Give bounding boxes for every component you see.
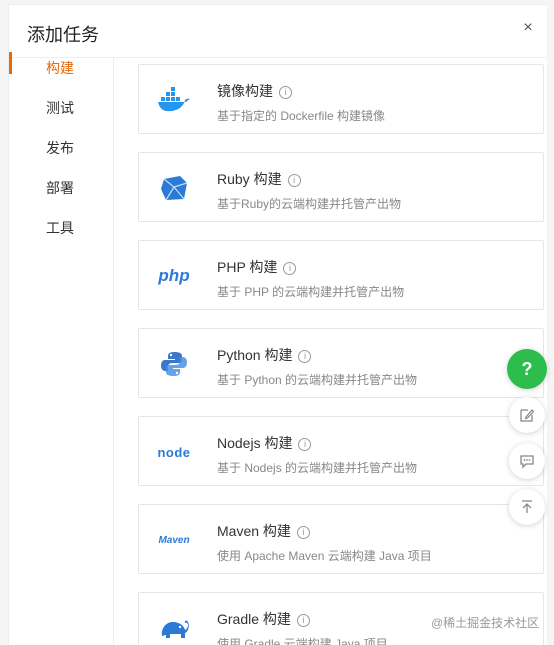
task-card-title: Python 构建 i [217,345,312,365]
sidebar-item-label: 发布 [46,140,74,156]
category-sidebar: 构建 测试 发布 部署 工具 [9,52,114,645]
docker-icon [157,83,191,117]
info-icon[interactable]: i [298,350,312,363]
sidebar-item-test[interactable]: 测试 [9,88,113,128]
chat-button[interactable] [509,443,545,479]
nodejs-logo-text: node [157,444,191,460]
help-button[interactable]: ? [507,349,547,389]
info-icon[interactable]: i [298,438,312,451]
info-icon[interactable]: i [283,262,297,275]
sidebar-item-tools[interactable]: 工具 [9,208,113,248]
python-icon [157,347,191,381]
task-card-description: 基于 Nodejs 的云端构建并托管产出物 [217,461,418,475]
task-card-ruby-build[interactable]: Ruby 构建 i 基于Ruby的云端构建并托管产出物 [138,152,544,222]
task-card-title: Maven 构建 i [217,521,310,541]
task-card-title: PHP 构建 i [217,257,297,277]
sidebar-item-label: 部署 [46,180,74,196]
sidebar-item-label: 测试 [46,100,74,116]
php-icon: php [157,259,191,293]
task-card-title: Nodejs 构建 i [217,433,312,453]
maven-icon: Maven [157,523,191,557]
info-icon[interactable]: i [287,174,301,187]
task-card-python-build[interactable]: Python 构建 i 基于 Python 的云端构建并托管产出物 [138,328,544,398]
task-card-nodejs-build[interactable]: node Nodejs 构建 i 基于 Nodejs 的云端构建并托管产出物 [138,416,544,486]
feedback-button[interactable] [509,397,545,433]
sidebar-item-deploy[interactable]: 部署 [9,168,113,208]
info-icon[interactable]: i [279,86,292,99]
edit-note-icon [520,409,535,422]
watermark: @稀土掘金技术社区 [431,616,540,630]
task-card-title: 镜像构建 i [217,81,292,101]
task-card-description: 基于Ruby的云端构建并托管产出物 [217,197,402,211]
task-card-description: 基于 Python 的云端构建并托管产出物 [217,373,418,387]
sidebar-item-label: 工具 [46,220,74,236]
sidebar-item-release[interactable]: 发布 [9,128,113,168]
task-card-title: Gradle 构建 i [217,609,310,629]
task-card-description: 使用 Apache Maven 云端构建 Java 项目 [217,549,432,563]
back-to-top-button[interactable] [509,489,545,525]
arrow-up-icon [522,500,532,513]
sidebar-item-label: 构建 [46,60,74,76]
sidebar-item-build[interactable]: 构建 [9,48,113,88]
maven-logo-text: Maven [158,534,190,546]
info-icon[interactable]: i [296,526,310,539]
close-icon[interactable]: × [519,19,537,37]
task-card-image-build[interactable]: 镜像构建 i 基于指定的 Dockerfile 构建镜像 [138,64,544,134]
nodejs-icon: node [157,435,191,469]
php-logo-text: php [158,266,190,285]
task-card-title: Ruby 构建 i [217,169,301,189]
message-icon [520,455,534,469]
dialog-title: 添加任务 [27,25,99,45]
ruby-icon [157,171,191,205]
task-card-maven-build[interactable]: Maven Maven 构建 i 使用 Apache Maven 云端构建 Jav… [138,504,544,574]
help-icon: ? [521,358,533,379]
task-card-description: 基于 PHP 的云端构建并托管产出物 [217,285,405,299]
add-task-dialog: 添加任务 × 构建 测试 发布 部署 工具 镜像构建 i 基于指定的 Docke… [8,4,547,645]
task-card-description: 基于指定的 Dockerfile 构建镜像 [217,109,386,123]
info-icon[interactable]: i [296,614,310,627]
task-card-php-build[interactable]: php PHP 构建 i 基于 PHP 的云端构建并托管产出物 [138,240,544,310]
gradle-icon [157,611,191,645]
task-card-list: 镜像构建 i 基于指定的 Dockerfile 构建镜像 Ruby 构建 i 基于R… [138,58,544,645]
